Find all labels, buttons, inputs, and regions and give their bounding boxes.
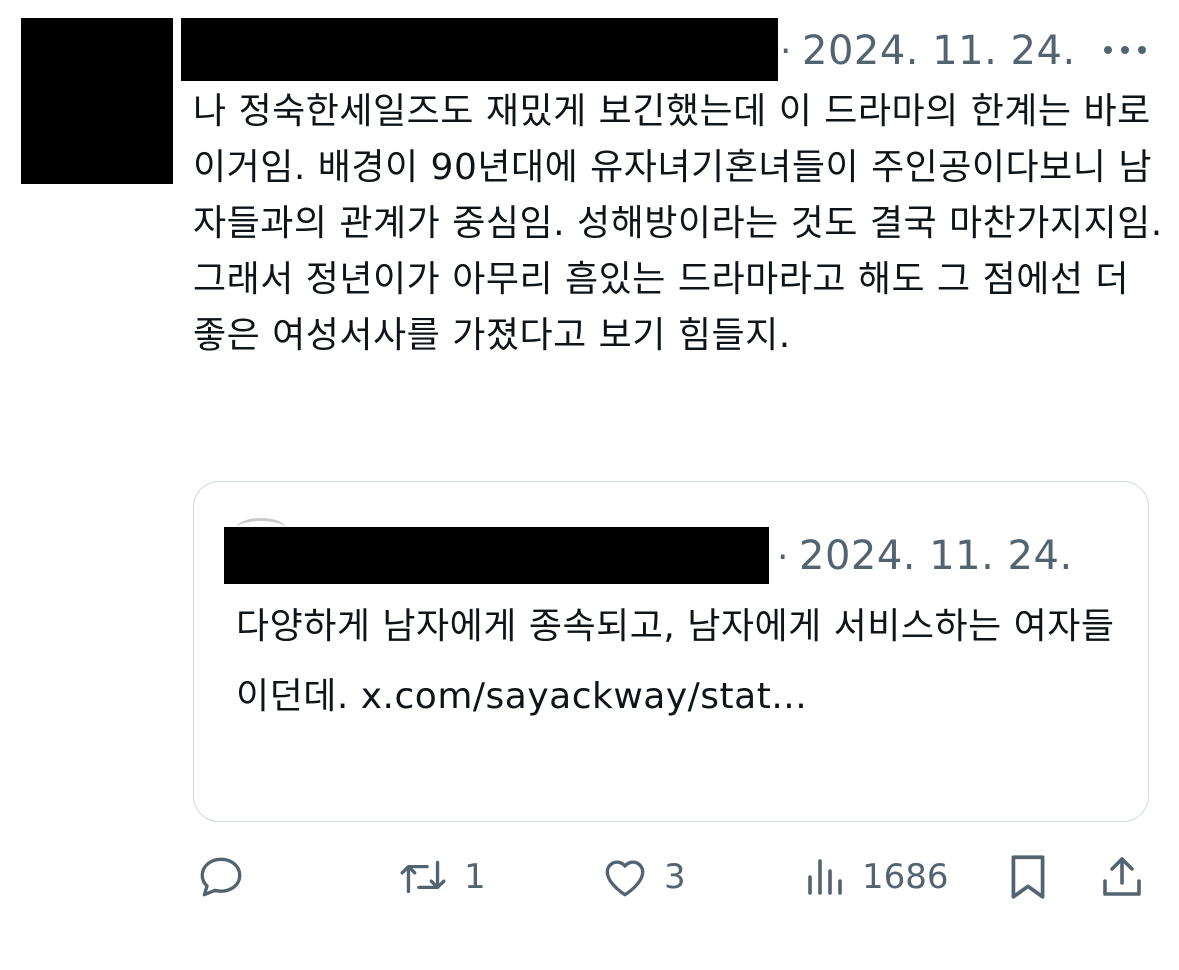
quoted-separator-dot: · [777,537,789,578]
ellipsis-icon [1104,46,1146,54]
quoted-tweet[interactable]: · 2024. 11. 24. 다양하게 남자에게 종속되고, 남자에게 서비스… [193,481,1149,822]
quoted-date: 2024. 11. 24. [799,533,1073,579]
retweet-button[interactable]: 1 [396,840,486,914]
retweet-icon [400,860,446,894]
views-count: 1686 [862,857,949,897]
share-icon [1103,857,1141,896]
tweet-text: 나 정숙한세일즈도 재밌게 보긴했는데 이 드라마의 한계는 바로 이거임. 배… [193,91,1163,356]
tweet-date[interactable]: 2024. 11. 24. [802,31,1076,71]
avatar-redacted[interactable] [21,18,173,184]
quoted-author-redacted [224,527,769,584]
like-button[interactable]: 3 [600,840,686,914]
action-bar: 1 3 1686 [0,840,1179,920]
heart-icon [605,860,645,897]
retweet-count: 1 [464,857,486,897]
views-button[interactable]: 1686 [804,840,949,914]
more-options-button[interactable] [1100,30,1150,70]
separator-dot: · [780,31,792,72]
quoted-text: 다양하게 남자에게 종속되고, 남자에게 서비스하는 여자들이던데. x.com… [236,606,1115,717]
share-button[interactable] [1098,840,1146,914]
like-count: 3 [664,857,686,897]
bookmark-icon [1011,855,1045,899]
reply-icon [200,857,242,897]
author-name-redacted[interactable] [181,18,778,81]
reply-button[interactable] [196,840,260,914]
views-icon [808,859,842,895]
bookmark-button[interactable] [1005,840,1051,914]
